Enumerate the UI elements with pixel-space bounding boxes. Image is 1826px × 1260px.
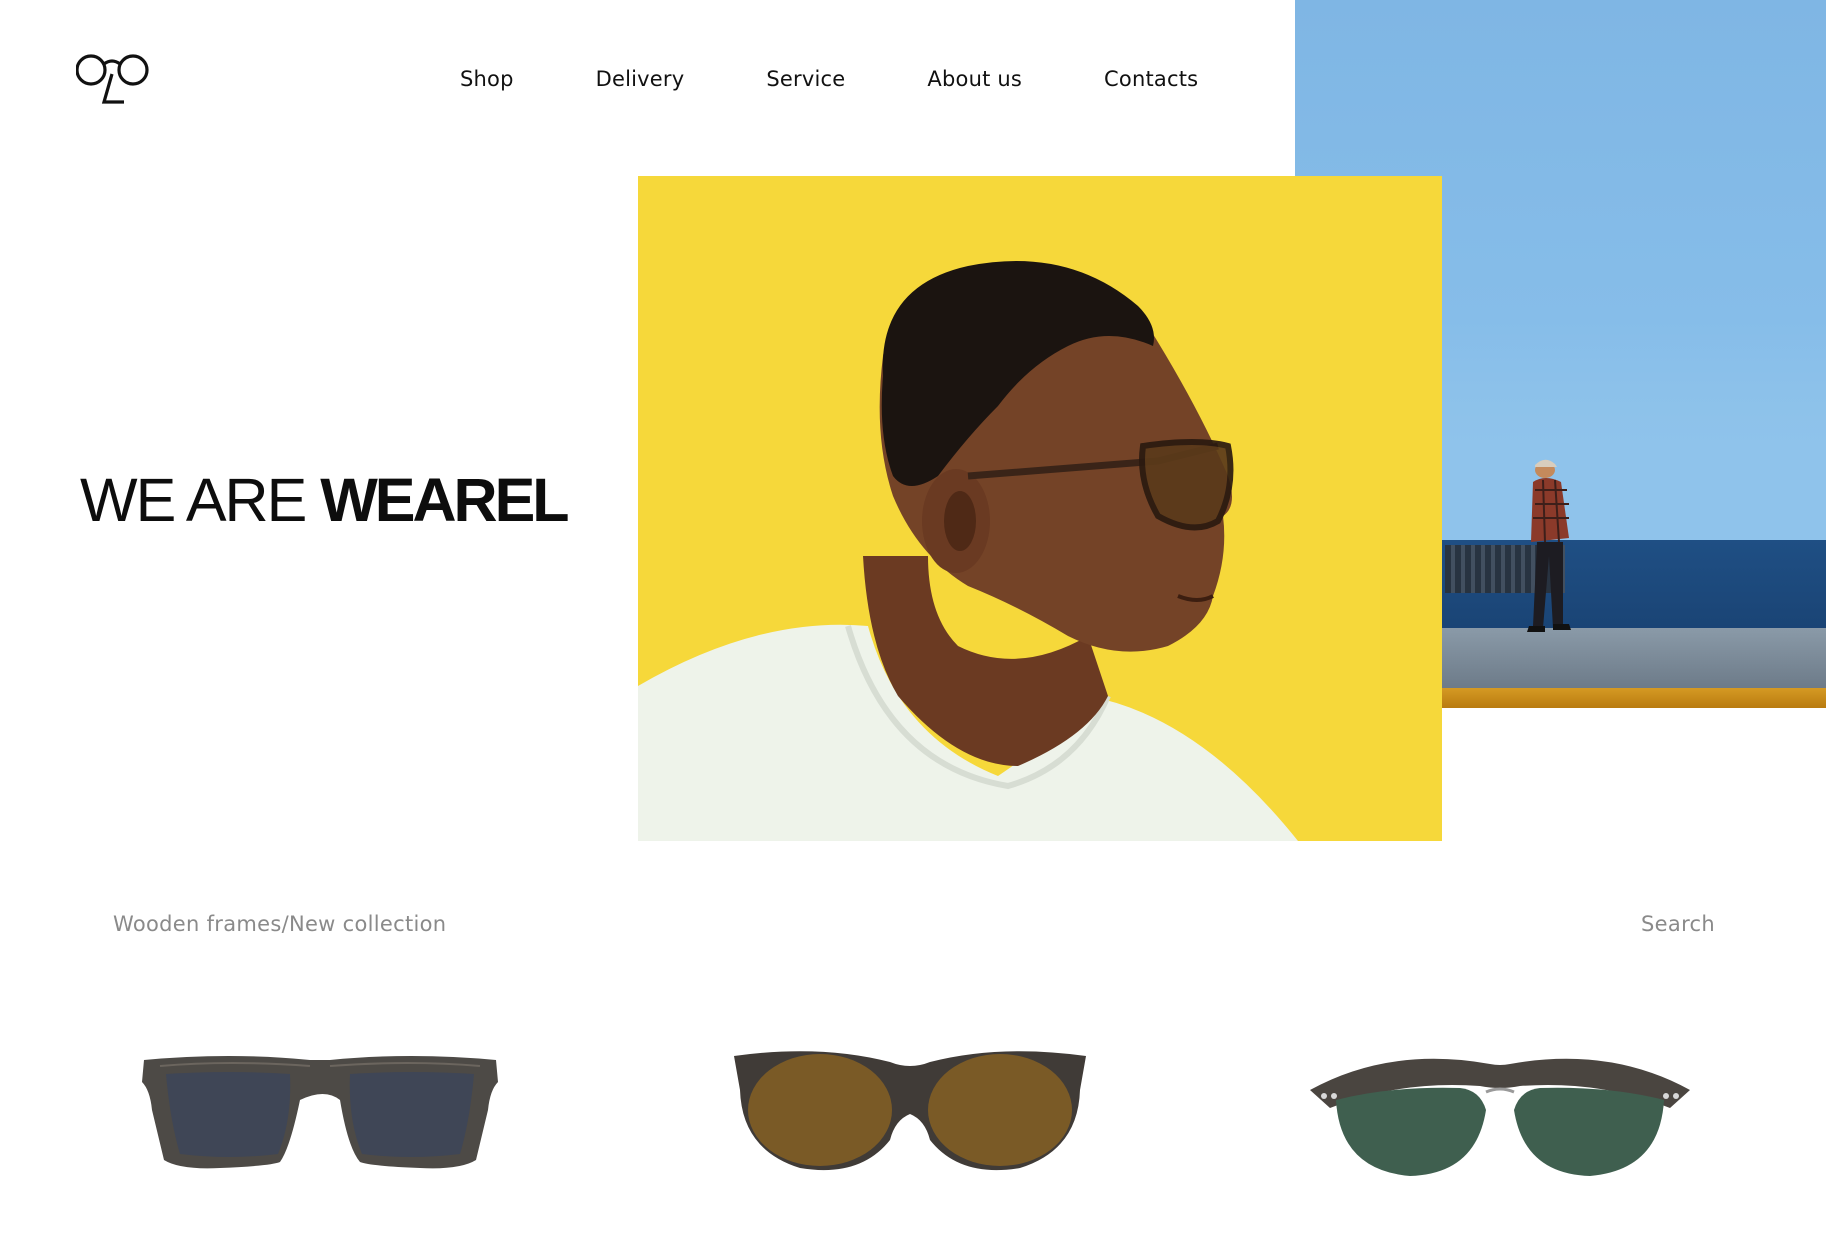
man-with-sunglasses-figure bbox=[638, 261, 1298, 841]
wayfarer-sunglasses-icon bbox=[142, 1056, 498, 1169]
glasses-logo-icon[interactable] bbox=[75, 50, 150, 108]
headline-light: WE ARE bbox=[80, 466, 321, 534]
nav-contacts[interactable]: Contacts bbox=[1104, 67, 1198, 91]
headline-bold: WEAREL bbox=[320, 466, 569, 534]
product-clubmaster[interactable] bbox=[1300, 1030, 1700, 1210]
nav-service[interactable]: Service bbox=[766, 67, 845, 91]
nav-shop[interactable]: Shop bbox=[460, 67, 514, 91]
product-wayfarer[interactable] bbox=[130, 1030, 510, 1210]
search-link[interactable]: Search bbox=[1641, 912, 1715, 936]
clubmaster-sunglasses-icon bbox=[1310, 1058, 1690, 1176]
main-navigation: Shop Delivery Service About us Contacts bbox=[460, 64, 1198, 94]
hero-portrait-photo bbox=[638, 176, 1442, 841]
hero-headline: WE ARE WEAREL bbox=[80, 465, 570, 535]
collection-breadcrumb[interactable]: Wooden frames/New collection bbox=[113, 912, 446, 936]
nav-about-us[interactable]: About us bbox=[927, 67, 1022, 91]
product-round[interactable] bbox=[720, 1030, 1100, 1210]
nav-delivery[interactable]: Delivery bbox=[596, 67, 685, 91]
round-sunglasses-icon bbox=[734, 1051, 1086, 1171]
walking-man-figure bbox=[1527, 459, 1571, 632]
